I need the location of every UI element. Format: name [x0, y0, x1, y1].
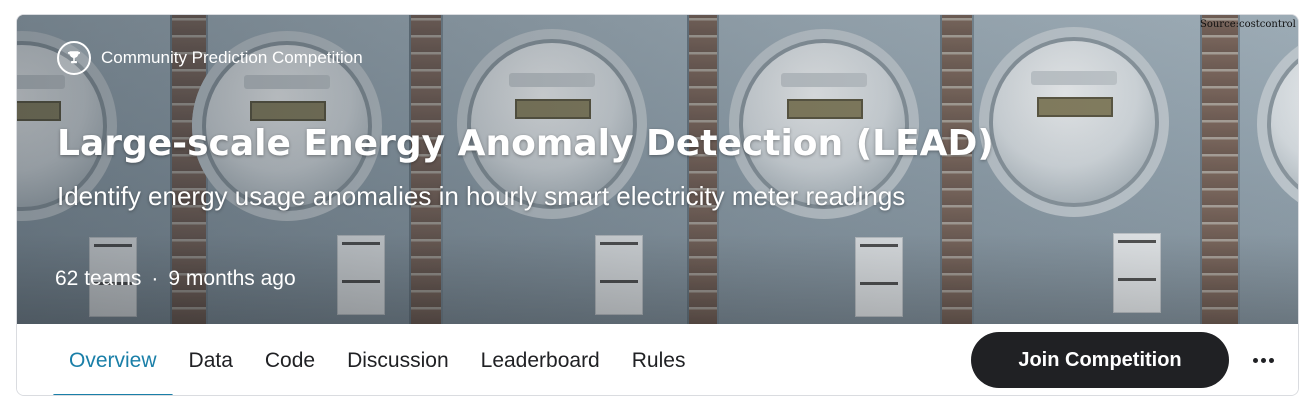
competition-tabs: Overview Data Code Discussion Leaderboar… [53, 324, 702, 395]
competition-age: 9 months ago [168, 267, 296, 290]
team-count: 62 teams [55, 267, 142, 290]
tab-code[interactable]: Code [249, 324, 331, 395]
tab-data[interactable]: Data [173, 324, 249, 395]
trophy-icon [57, 41, 91, 75]
tab-discussion[interactable]: Discussion [331, 324, 465, 395]
tab-overview[interactable]: Overview [53, 324, 173, 395]
competition-subtitle: Identify energy usage anomalies in hourl… [57, 181, 906, 211]
image-source-credit: Source:costcontrol [1200, 19, 1296, 30]
more-horizontal-icon[interactable] [1247, 346, 1279, 374]
competition-type-label: Community Prediction Competition [101, 48, 363, 67]
meta-separator: · [151, 267, 159, 290]
hero-banner: Source:costcontrol Community Prediction … [17, 15, 1298, 324]
competition-meta: 62 teams · 9 months ago [55, 267, 296, 291]
tab-leaderboard[interactable]: Leaderboard [465, 324, 616, 395]
competition-tab-bar: Overview Data Code Discussion Leaderboar… [17, 324, 1298, 395]
join-competition-button[interactable]: Join Competition [971, 332, 1229, 388]
competition-title: Large-scale Energy Anomaly Detection (LE… [57, 123, 994, 164]
competition-type-badge: Community Prediction Competition [57, 41, 363, 75]
tab-rules[interactable]: Rules [616, 324, 702, 395]
competition-header-card: Source:costcontrol Community Prediction … [16, 14, 1299, 396]
